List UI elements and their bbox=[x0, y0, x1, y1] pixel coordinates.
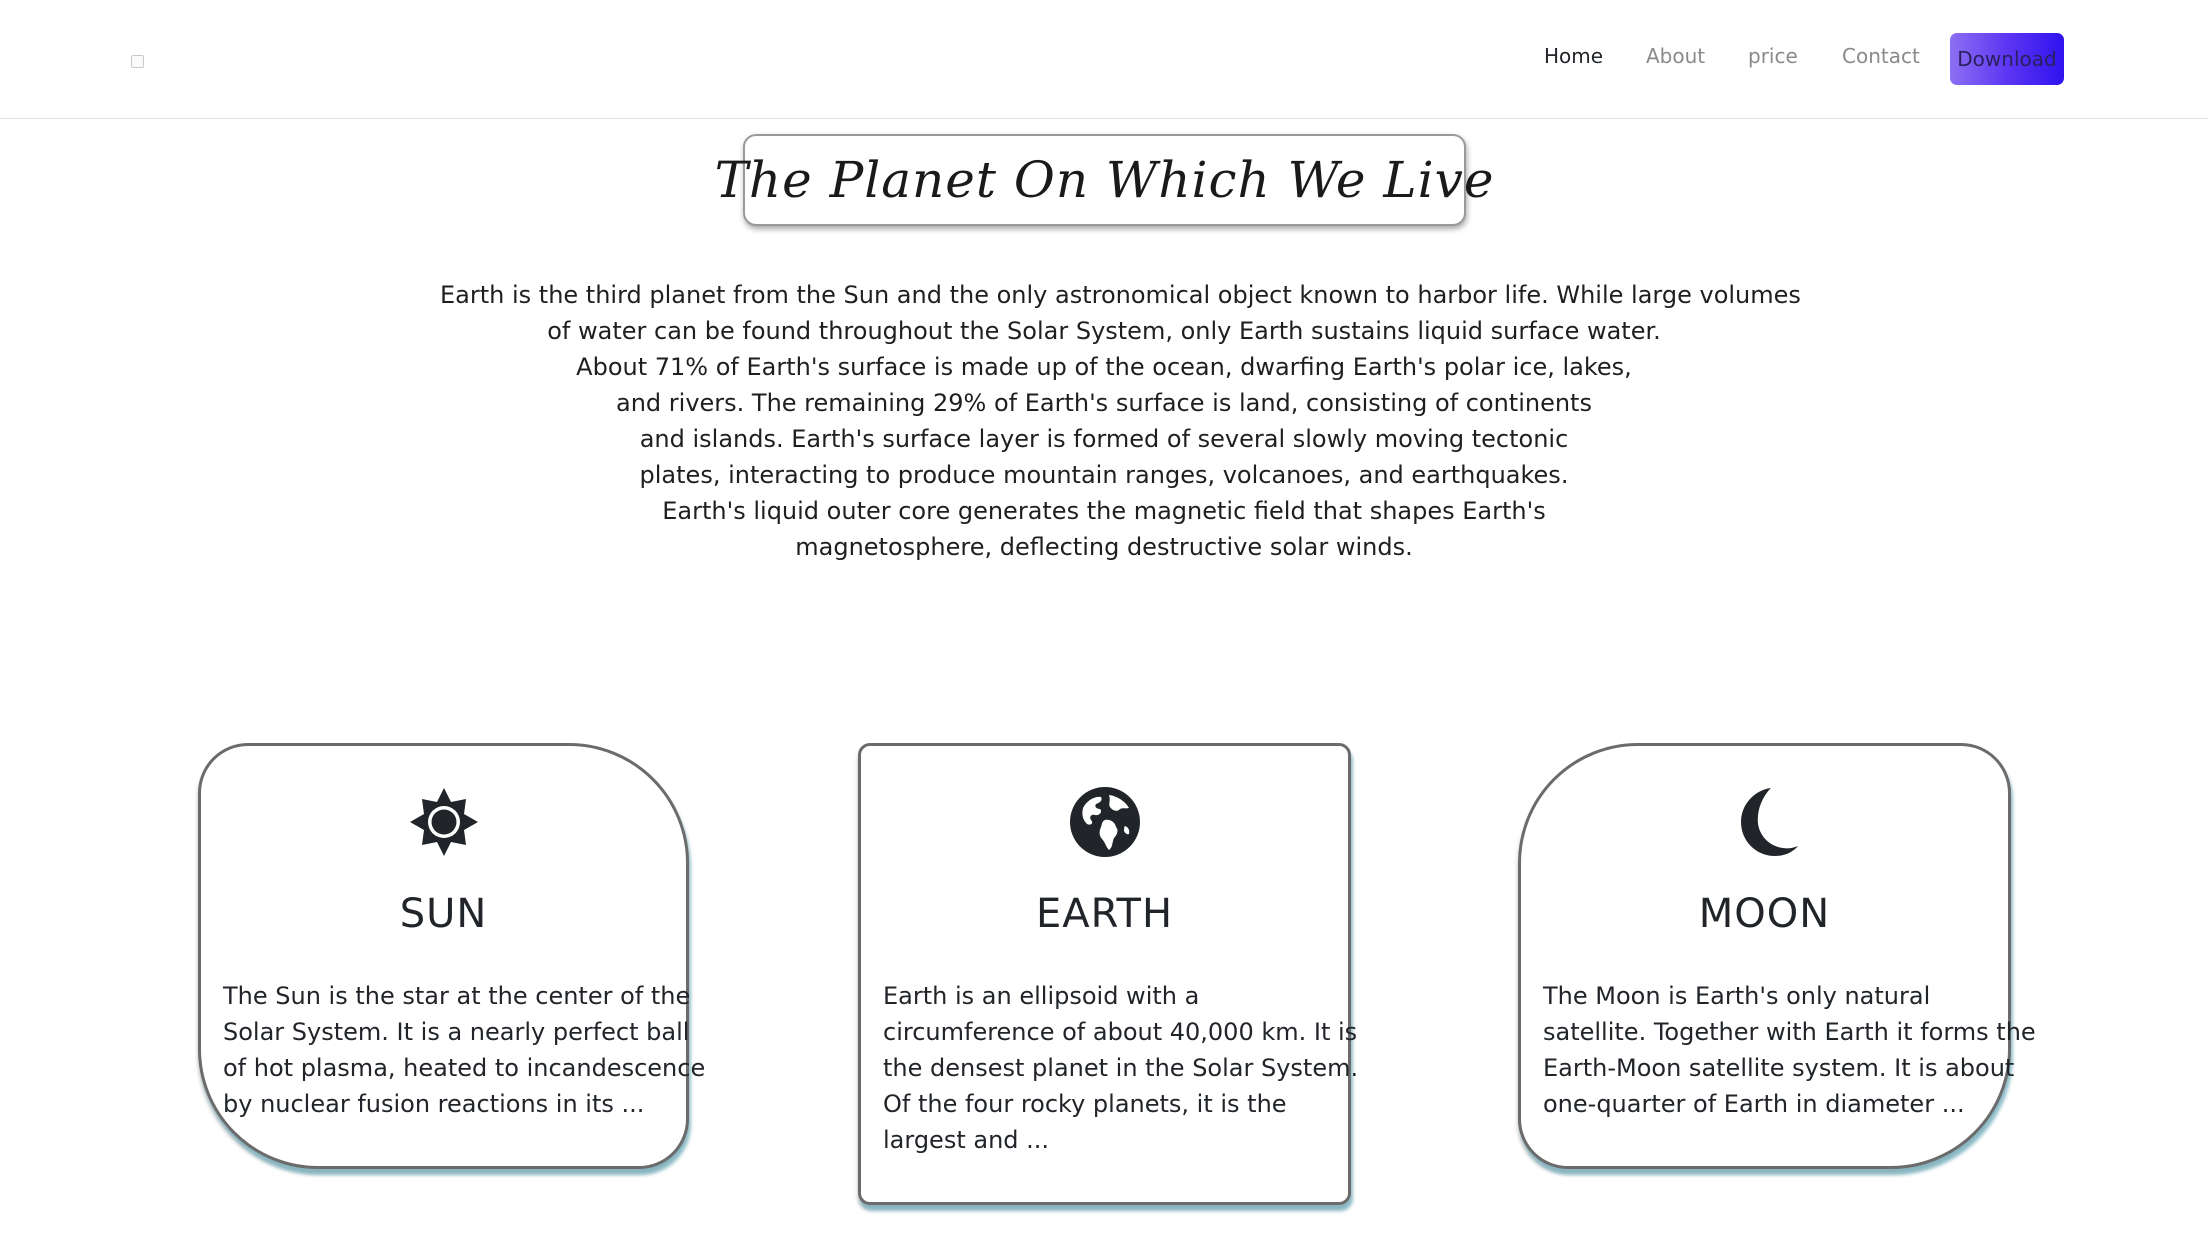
card-text: The Moon is Earth's only natural satelli… bbox=[1543, 978, 2036, 1122]
intro-line: About 71% of Earth's surface is made up … bbox=[576, 353, 1632, 381]
nav-link-price[interactable]: price bbox=[1748, 44, 1798, 68]
card-title: SUN bbox=[399, 891, 488, 937]
broken-image-icon[interactable] bbox=[131, 55, 144, 68]
card-text-line: largest and ... bbox=[883, 1126, 1050, 1154]
card-text-line: The Sun is the star at the center of the bbox=[223, 982, 691, 1010]
card-sun: SUN The Sun is the star at the center of… bbox=[198, 743, 706, 1169]
intro-line: of water can be found throughout the Sol… bbox=[547, 317, 1661, 345]
card-text-line: Earth is an ellipsoid with a bbox=[883, 982, 1200, 1010]
card-text-line: satellite. Together with Earth it forms … bbox=[1543, 1018, 2036, 1046]
card-earth: EARTH Earth is an ellipsoid with a circu… bbox=[858, 743, 1359, 1205]
card-text: Earth is an ellipsoid with a circumferen… bbox=[883, 978, 1359, 1158]
intro-line: Earth is the third planet from the Sun a… bbox=[440, 281, 1801, 309]
intro-line: Earth's liquid outer core generates the … bbox=[662, 497, 1546, 525]
card-text: The Sun is the star at the center of the… bbox=[223, 978, 706, 1122]
navbar: Home About price Contact Download bbox=[0, 0, 2208, 119]
card-text-line: Of the four rocky planets, it is the bbox=[883, 1090, 1287, 1118]
card-title: EARTH bbox=[1035, 891, 1174, 937]
nav-link-contact[interactable]: Contact bbox=[1842, 44, 1920, 68]
moon-icon bbox=[1740, 788, 1798, 856]
card-text-line: Solar System. It is a nearly perfect bal… bbox=[223, 1018, 690, 1046]
page-title: The Planet On Which We Live bbox=[714, 151, 1495, 209]
card-text-line: The Moon is Earth's only natural bbox=[1543, 982, 1931, 1010]
sun-icon bbox=[409, 788, 478, 856]
intro-line: plates, interacting to produce mountain … bbox=[639, 461, 1569, 489]
card-moon: MOON The Moon is Earth's only natural sa… bbox=[1518, 743, 2036, 1169]
intro-paragraph: Earth is the third planet from the Sun a… bbox=[440, 277, 1801, 565]
download-button[interactable]: Download bbox=[1950, 33, 2064, 85]
intro-line: magnetosphere, deflecting destructive so… bbox=[795, 533, 1413, 561]
intro-line: and islands. Earth's surface layer is fo… bbox=[639, 425, 1569, 453]
card-text-line: the densest planet in the Solar System. bbox=[883, 1054, 1359, 1082]
page-title-box: The Planet On Which We Live bbox=[715, 134, 1493, 226]
card-text-line: by nuclear fusion reactions in its ... bbox=[223, 1090, 645, 1118]
card-text-line: circumference of about 40,000 km. It is bbox=[883, 1018, 1358, 1046]
card-text-line: one-quarter of Earth in diameter ... bbox=[1543, 1090, 1965, 1118]
nav-link-about[interactable]: About bbox=[1646, 44, 1705, 68]
intro-line: and rivers. The remaining 29% of Earth's… bbox=[616, 389, 1592, 417]
card-title: MOON bbox=[1698, 891, 1831, 937]
globe-icon bbox=[1069, 787, 1140, 857]
card-text-line: Earth-Moon satellite system. It is about bbox=[1543, 1054, 2015, 1082]
card-text-line: of hot plasma, heated to incandescence bbox=[223, 1054, 706, 1082]
nav-link-home[interactable]: Home bbox=[1544, 44, 1603, 68]
